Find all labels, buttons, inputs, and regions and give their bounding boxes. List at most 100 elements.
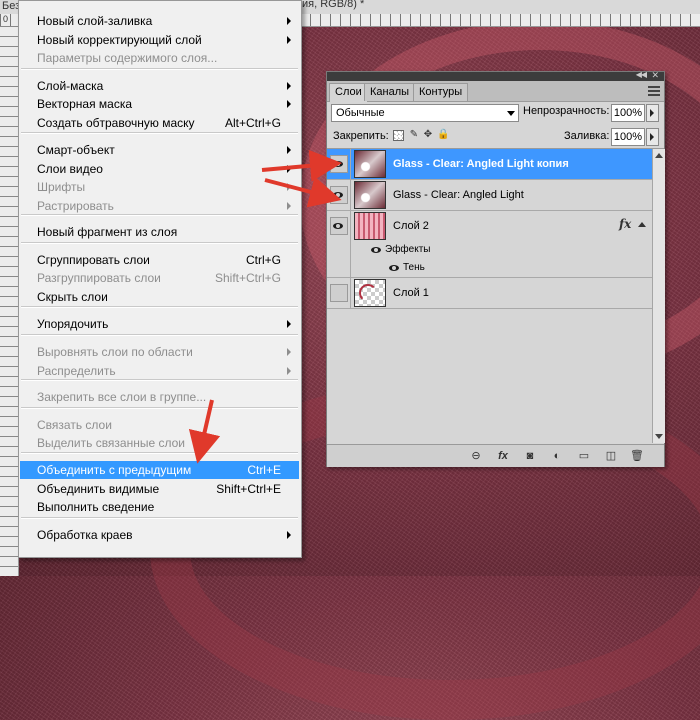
menu-separator [21, 452, 298, 454]
menu-item-label: Растрировать [37, 199, 114, 213]
opacity-slider-button[interactable] [646, 104, 659, 122]
collapse-effects-icon[interactable] [638, 222, 646, 227]
folder-icon[interactable]: ▭ [577, 449, 591, 463]
menu-item[interactable]: Смарт-объект [20, 141, 299, 159]
visibility-toggle[interactable] [330, 155, 348, 173]
menu-item[interactable]: Шрифты [20, 178, 299, 196]
menu-item[interactable]: Объединить с предыдущим Ctrl+E [20, 461, 299, 479]
fill-input[interactable]: 100% [611, 128, 645, 146]
lock-all-icon[interactable]: 🔒 [437, 130, 449, 140]
effect-row[interactable]: Тень [327, 259, 652, 278]
lock-transparency-icon[interactable] [393, 130, 404, 141]
menu-separator [21, 334, 298, 336]
layer-row[interactable]: Glass - Clear: Angled Light [327, 180, 652, 211]
menu-item[interactable]: Векторная маска [20, 95, 299, 113]
layers-scrollbar[interactable] [652, 149, 665, 443]
layer-name[interactable]: Glass - Clear: Angled Light копия [393, 158, 569, 170]
layer-row[interactable]: Glass - Clear: Angled Light копия [327, 149, 652, 180]
menu-item[interactable]: Выполнить сведение [20, 498, 299, 516]
menu-item-label: Скрыть слои [37, 290, 108, 304]
layer-row[interactable]: Слой 2 fx [327, 211, 652, 278]
adjustment-icon[interactable]: ◐ [550, 449, 564, 463]
layers-panel: ◀◀ ✕ Слои Каналы Контуры Обычные Непрозр… [326, 70, 665, 467]
tab-channels[interactable]: Каналы [364, 83, 416, 101]
tab-paths[interactable]: Контуры [413, 83, 469, 101]
menu-item-label: Связать слои [37, 418, 112, 432]
submenu-arrow-icon [287, 36, 291, 44]
effects-row[interactable]: Эффекты [327, 241, 652, 259]
eye-icon[interactable] [389, 265, 399, 271]
collapse-icon[interactable]: ◀◀ [636, 70, 647, 79]
eye-icon [333, 223, 343, 229]
link-icon[interactable]: ⊖ [469, 449, 483, 463]
eye-icon[interactable] [371, 247, 381, 253]
scroll-down-icon[interactable] [655, 434, 663, 439]
close-icon[interactable]: ✕ [651, 70, 659, 81]
scroll-up-icon[interactable] [655, 153, 663, 158]
menu-item[interactable]: Выделить связанные слои [20, 434, 299, 452]
menu-item[interactable]: Закрепить все слои в группе... [20, 388, 299, 406]
submenu-arrow-icon [287, 82, 291, 90]
menu-item-label: Выделить связанные слои [37, 436, 186, 450]
menu-item-shortcut: Ctrl+E [247, 463, 281, 477]
lock-move-icon[interactable]: ✥ [423, 130, 433, 140]
menu-item[interactable]: Растрировать [20, 197, 299, 215]
trash-icon[interactable]: 🗑 [630, 449, 644, 463]
menu-separator [21, 306, 298, 308]
layer-row[interactable]: Слой 1 [327, 278, 652, 309]
visibility-toggle[interactable] [330, 284, 348, 302]
new-layer-icon[interactable]: ◫ [604, 449, 618, 463]
lock-label: Закрепить: [333, 130, 389, 142]
fill-label: Заливка: [564, 130, 610, 142]
menu-item[interactable]: Новый корректирующий слой [20, 31, 299, 49]
eye-icon [333, 192, 343, 198]
menu-item[interactable]: Связать слои [20, 416, 299, 434]
menu-item[interactable]: Параметры содержимого слоя... [20, 49, 299, 67]
menu-item[interactable]: Распределить [20, 362, 299, 380]
layer-name[interactable]: Слой 1 [393, 287, 429, 299]
visibility-toggle[interactable] [330, 186, 348, 204]
lock-brush-icon[interactable]: ✎ [409, 130, 419, 140]
panel-menu-icon[interactable] [648, 86, 660, 96]
menu-separator [21, 68, 298, 70]
menu-item-label: Выровнять слои по области [37, 345, 193, 359]
menu-item-shortcut: Shift+Ctrl+E [216, 482, 281, 496]
menu-item[interactable]: Сгруппировать слои Ctrl+G [20, 251, 299, 269]
panel-title-strip[interactable]: ◀◀ ✕ [327, 70, 664, 81]
submenu-arrow-icon [287, 320, 291, 328]
menu-item[interactable]: Слой-маска [20, 77, 299, 95]
menu-item[interactable]: Обработка краев [20, 526, 299, 544]
layer-thumbnail [354, 279, 386, 307]
menu-item-label: Смарт-объект [37, 143, 115, 157]
menu-item[interactable]: Создать обтравочную маску Alt+Ctrl+G [20, 114, 299, 132]
opacity-input[interactable]: 100% [611, 104, 645, 122]
menu-item-label: Слои видео [37, 162, 103, 176]
menu-item-label: Параметры содержимого слоя... [37, 51, 218, 65]
mask-icon[interactable]: ◙ [523, 449, 537, 463]
fx-icon[interactable]: fx [619, 217, 631, 231]
fx-icon[interactable]: fx [496, 449, 510, 463]
tab-layers[interactable]: Слои [329, 83, 368, 102]
menu-item-label: Векторная маска [37, 97, 133, 111]
menu-item[interactable]: Выровнять слои по области [20, 343, 299, 361]
vertical-ruler[interactable] [0, 26, 19, 576]
layer-thumbnail [354, 150, 386, 178]
visibility-toggle[interactable] [330, 217, 348, 235]
menu-item[interactable]: Объединить видимые Shift+Ctrl+E [20, 480, 299, 498]
menu-item[interactable]: Скрыть слои [20, 288, 299, 306]
menu-item-shortcut: Alt+Ctrl+G [224, 116, 281, 130]
opacity-label: Непрозрачность: [523, 105, 610, 117]
menu-item[interactable]: Слои видео [20, 160, 299, 178]
title-text-right: ия, RGB/8) * [302, 0, 365, 10]
menu-item-label: Новый фрагмент из слоя [37, 225, 178, 239]
layer-name[interactable]: Слой 2 [393, 220, 429, 232]
menu-item-label: Шрифты [37, 180, 86, 194]
menu-item[interactable]: Новый фрагмент из слоя [20, 223, 299, 241]
menu-item[interactable]: Разгруппировать слои Shift+Ctrl+G [20, 269, 299, 287]
fill-slider-button[interactable] [646, 128, 659, 146]
menu-item[interactable]: Упорядочить [20, 315, 299, 333]
layer-name[interactable]: Glass - Clear: Angled Light [393, 189, 524, 201]
menu-item-label: Распределить [37, 364, 116, 378]
menu-item[interactable]: Новый слой-заливка [20, 12, 299, 30]
blend-mode-select[interactable]: Обычные [331, 104, 519, 122]
